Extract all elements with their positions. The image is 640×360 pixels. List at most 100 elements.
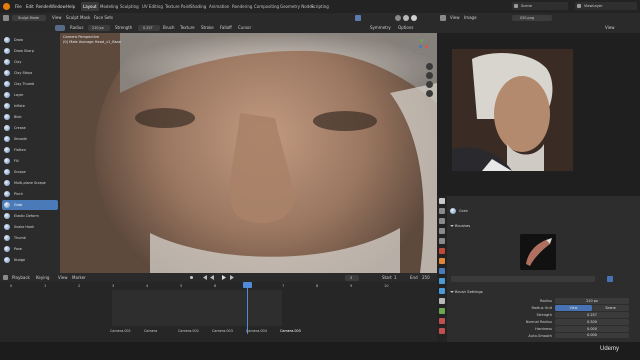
particles-tab-icon[interactable] — [439, 278, 445, 284]
menu-playback[interactable]: Playback — [12, 273, 30, 282]
hardness-field[interactable]: 0.000 — [555, 326, 629, 332]
tool-scrape[interactable]: Scrape — [2, 167, 58, 177]
3d-viewport[interactable]: Camera Perspective (0) Male Average Head… — [60, 33, 437, 273]
camera-marker[interactable]: Camera.004 — [246, 329, 267, 333]
brush-thumbnail[interactable] — [520, 234, 556, 270]
navigation-gizmo-icon[interactable] — [412, 37, 430, 55]
options-menu[interactable]: Options — [398, 23, 413, 33]
editor-type-icon[interactable] — [3, 15, 9, 21]
tab-rendering[interactable]: Rendering — [230, 2, 254, 11]
menu-keying[interactable]: Keying — [36, 273, 49, 282]
normal-radius-field[interactable]: 0.500 — [555, 319, 629, 325]
data-tab-icon[interactable] — [439, 308, 445, 314]
output-tab-icon[interactable] — [439, 218, 445, 224]
tab-compositing[interactable]: Compositing — [252, 2, 281, 11]
tool-smooth[interactable]: Smooth — [2, 134, 58, 144]
menu-file[interactable]: File — [15, 0, 22, 13]
tool-snake-hook[interactable]: Snake Hook — [2, 222, 58, 232]
timeline-editor-icon[interactable] — [3, 275, 8, 280]
tab-scripting[interactable]: Scripting — [309, 2, 331, 11]
tool-multiplane-scrape[interactable]: Multi-plane Scrape — [2, 178, 58, 188]
jump-end-icon[interactable] — [230, 275, 234, 280]
shading-render-icon[interactable] — [411, 15, 417, 21]
menu-sculpt[interactable]: Sculpt — [66, 13, 79, 23]
menu-edit[interactable]: Edit — [26, 0, 34, 13]
tool-flatten[interactable]: Flatten — [2, 145, 58, 155]
grid-view-icon[interactable] — [426, 90, 433, 97]
image-selector[interactable]: 030.png — [512, 15, 552, 21]
camera-marker[interactable]: Camera.003 — [212, 329, 233, 333]
timeline[interactable]: 0 1 2 3 4 5 6 7 8 9 10 Camera.001 Camera… — [0, 282, 437, 342]
scene-tab-icon[interactable] — [439, 238, 445, 244]
constraints-tab-icon[interactable] — [439, 298, 445, 304]
tool-crease[interactable]: Crease — [2, 123, 58, 133]
radius-unit-view-button[interactable]: View — [555, 305, 592, 311]
tab-shading[interactable]: Shading — [188, 2, 208, 11]
current-frame-field[interactable]: 3 — [345, 274, 359, 281]
cursor-menu[interactable]: Cursor — [238, 23, 251, 33]
tool-fill[interactable]: Fill — [2, 156, 58, 166]
brush-menu[interactable]: Brush — [163, 23, 175, 33]
menu-marker[interactable]: Marker — [72, 273, 86, 282]
falloff-menu[interactable]: Falloff — [220, 23, 232, 33]
play-reverse-icon[interactable] — [210, 275, 214, 280]
menu-face-sets[interactable]: Face Sets — [94, 13, 113, 23]
radius-field[interactable]: 210 px — [88, 25, 110, 31]
auto-smooth-field[interactable]: 0.000 — [555, 333, 629, 338]
end-value[interactable]: 250 — [422, 273, 430, 282]
camera-view-icon[interactable] — [426, 81, 433, 88]
modifier-tab-icon[interactable] — [439, 268, 445, 274]
playhead-handle[interactable] — [243, 282, 252, 288]
menu-image[interactable]: Image — [464, 13, 477, 23]
image-editor-canvas[interactable] — [437, 33, 640, 196]
brushes-section-header[interactable]: Brushes — [449, 222, 635, 230]
menu-render[interactable]: Render — [36, 0, 50, 13]
blender-logo-icon[interactable] — [3, 3, 10, 10]
play-icon[interactable] — [222, 275, 226, 280]
zoom-icon[interactable] — [426, 63, 433, 70]
tool-draw-sharp[interactable]: Draw Sharp — [2, 46, 58, 56]
fake-user-icon[interactable] — [607, 276, 613, 282]
shading-solid-icon[interactable] — [395, 15, 401, 21]
tab-animation[interactable]: Animation — [207, 2, 231, 11]
scene-selector[interactable]: Scene — [512, 2, 568, 10]
tab-sculpting[interactable]: Sculpting — [118, 2, 141, 11]
start-value[interactable]: 1 — [394, 273, 397, 282]
menu-window[interactable]: Window — [50, 0, 66, 13]
camera-marker-active[interactable]: Camera.005 — [280, 329, 301, 333]
menu-timeline-view[interactable]: View — [58, 273, 68, 282]
camera-marker[interactable]: Camera.001 — [110, 329, 131, 333]
image-view-dropdown[interactable]: View — [605, 23, 615, 33]
pan-hand-icon[interactable] — [426, 72, 433, 79]
image-editor-icon[interactable] — [440, 15, 446, 21]
tool-inflate[interactable]: Inflate — [2, 101, 58, 111]
radius-prop-field[interactable]: 210 px — [555, 298, 629, 304]
tool-clay-thumb[interactable]: Clay Thumb — [2, 79, 58, 89]
playhead[interactable] — [247, 282, 248, 334]
physics-tab-icon[interactable] — [439, 288, 445, 294]
symmetry-menu[interactable]: Symmetry — [370, 23, 391, 33]
shading-material-icon[interactable] — [403, 15, 409, 21]
tool-thumb[interactable]: Thumb — [2, 233, 58, 243]
camera-marker[interactable]: Camera — [144, 329, 157, 333]
strength-field[interactable]: 0.257 — [138, 25, 160, 31]
tool-layer[interactable]: Layer — [2, 90, 58, 100]
tool-clay-strips[interactable]: Clay Strips — [2, 68, 58, 78]
brush-settings-section-header[interactable]: Brush Settings — [449, 288, 635, 296]
brush-preview[interactable] — [55, 25, 65, 31]
tab-modeling[interactable]: Modeling — [98, 2, 120, 11]
tool-clay[interactable]: Clay — [2, 57, 58, 67]
world-tab-icon[interactable] — [439, 248, 445, 254]
mode-selector[interactable]: Sculpt Mode — [12, 15, 46, 21]
stroke-menu[interactable]: Stroke — [201, 23, 214, 33]
jump-start-icon[interactable] — [203, 275, 207, 280]
material-tab-icon[interactable] — [439, 318, 445, 324]
menu-mask[interactable]: Mask — [80, 13, 90, 23]
render-tab-icon[interactable] — [439, 208, 445, 214]
tool-elastic-deform[interactable]: Elastic Deform — [2, 211, 58, 221]
texture-tab-icon[interactable] — [439, 328, 445, 334]
tool-grab[interactable]: Grab — [2, 200, 58, 210]
tab-layout[interactable]: Layout — [81, 2, 99, 11]
brush-name-field[interactable] — [451, 276, 595, 282]
tool-pinch[interactable]: Pinch — [2, 189, 58, 199]
